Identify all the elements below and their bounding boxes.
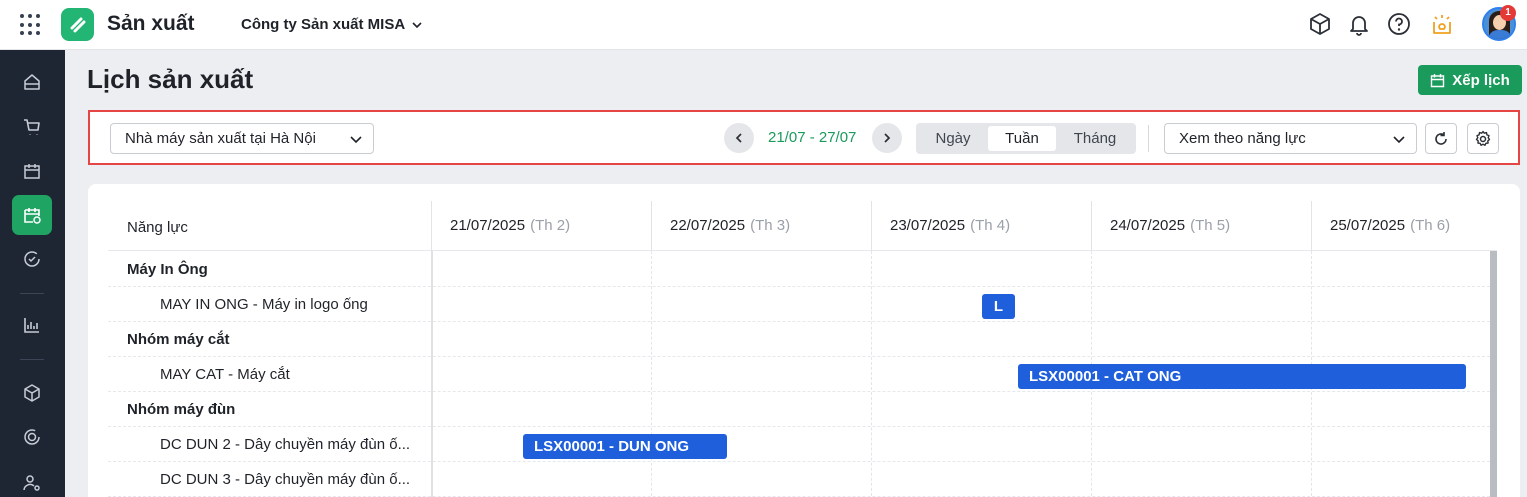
company-selector[interactable]: Công ty Sản xuất MISA	[241, 16, 423, 33]
company-name: Công ty Sản xuất MISA	[241, 16, 406, 33]
user-settings-icon	[23, 475, 40, 491]
capacity-group-row: Nhóm máy đùn	[108, 392, 1490, 427]
top-bar: Sản xuất Công ty Sản xuất MISA 1	[0, 0, 1527, 50]
task-bar[interactable]: LSX00001 - CAT ONG	[1018, 364, 1466, 389]
gear-icon	[1475, 130, 1491, 146]
sidebar-item-calendar[interactable]	[12, 151, 52, 191]
calendar-card: Năng lực 21/07/2025 (Th 2) 22/07/2025 (Th …	[88, 184, 1520, 497]
capacity-column-header: Năng lực	[127, 219, 188, 236]
app-title: Sản xuất	[107, 12, 195, 35]
chevron-left-icon	[735, 133, 742, 143]
notification-badge: 1	[1500, 5, 1516, 21]
package-icon[interactable]	[1308, 12, 1332, 36]
day-header: 21/07/2025 (Th 2)	[431, 201, 651, 251]
idea-icon[interactable]	[1430, 12, 1454, 36]
toolbar-divider	[1148, 125, 1149, 152]
day-header: 23/07/2025 (Th 4)	[871, 201, 1091, 251]
day-divider	[871, 251, 872, 497]
capacity-row: DC DUN 3 - Dây chuyền máy đùn ố...	[108, 462, 1490, 497]
capacity-group-label: Máy In Ông	[127, 261, 208, 278]
day-divider	[651, 251, 652, 497]
help-icon[interactable]	[1387, 12, 1411, 36]
mode-week[interactable]: Tuần	[988, 126, 1056, 151]
chevron-down-icon	[350, 136, 362, 144]
home-icon	[24, 74, 40, 90]
day-header: 22/07/2025 (Th 3)	[651, 201, 871, 251]
chevron-down-icon	[1393, 136, 1405, 144]
settings-button[interactable]	[1467, 123, 1499, 154]
capacity-row: DC DUN 2 - Dây chuyền máy đùn ố...	[108, 427, 1490, 462]
calendar-header: Năng lực 21/07/2025 (Th 2) 22/07/2025 (Th …	[108, 201, 1497, 251]
filter-toolbar: Nhà máy sản xuất tại Hà Nội 21/07 - 27/0…	[88, 110, 1520, 165]
calendar-icon	[1431, 73, 1445, 87]
page-title: Lịch sản xuất	[87, 64, 254, 94]
capacity-group-label: Nhóm máy cắt	[127, 331, 230, 348]
mode-day[interactable]: Ngày	[919, 126, 987, 151]
sidebar-item-cart[interactable]	[12, 107, 52, 147]
capacity-label: MAY CAT - Máy cắt	[160, 366, 290, 383]
sidebar-item-inventory[interactable]	[12, 373, 52, 413]
task-bar[interactable]: LSX00001 - DUN ONG	[523, 434, 727, 459]
sidebar-item-production-schedule[interactable]	[12, 195, 52, 235]
mode-month[interactable]: Tháng	[1058, 126, 1132, 151]
day-header: 24/07/2025 (Th 5)	[1091, 201, 1311, 251]
sidebar-item-user-settings[interactable]	[12, 463, 52, 497]
capacity-group-row: Nhóm máy cắt	[108, 322, 1490, 357]
capacity-label: DC DUN 2 - Dây chuyền máy đùn ố...	[160, 436, 411, 453]
sidebar-item-reports[interactable]	[12, 305, 52, 345]
capacity-calendar: Năng lực 21/07/2025 (Th 2) 22/07/2025 (Th …	[108, 201, 1497, 497]
schedule-button-label: Xếp lịch	[1452, 71, 1510, 89]
bell-icon[interactable]	[1347, 12, 1371, 36]
capacity-label: DC DUN 3 - Dây chuyền máy đùn ố...	[160, 471, 411, 488]
sidebar-item-quality[interactable]	[12, 239, 52, 279]
label-column-divider	[431, 251, 433, 497]
sidebar	[0, 50, 65, 497]
calendar-icon	[24, 164, 40, 179]
date-range: 21/07 - 27/07	[768, 129, 857, 146]
capacity-group-row: Máy In Ông	[108, 252, 1490, 287]
capacity-row: MAY IN ONG - Máy in logo ống	[108, 287, 1490, 322]
sidebar-item-cycle[interactable]	[12, 417, 52, 457]
next-week-button[interactable]	[872, 123, 902, 153]
refresh-button[interactable]	[1425, 123, 1457, 154]
box-icon	[24, 384, 40, 402]
view-by-select-value: Xem theo năng lực	[1179, 130, 1306, 147]
app-logo-icon[interactable]	[61, 8, 94, 41]
chevron-right-icon	[884, 133, 891, 143]
refresh-icon	[1435, 131, 1447, 145]
view-mode-switch: Ngày Tuần Tháng	[916, 123, 1136, 154]
sidebar-item-home[interactable]	[12, 62, 52, 102]
production-schedule-icon	[24, 208, 41, 224]
schedule-button[interactable]: Xếp lịch	[1418, 65, 1522, 95]
chart-icon	[24, 318, 39, 333]
capacity-group-label: Nhóm máy đùn	[127, 401, 236, 418]
cart-icon	[24, 119, 40, 135]
prev-week-button[interactable]	[724, 123, 754, 153]
task-bar[interactable]: L	[982, 294, 1015, 319]
check-circle-icon	[24, 251, 40, 267]
apps-grid-icon[interactable]	[20, 14, 42, 36]
view-by-select[interactable]: Xem theo năng lực	[1164, 123, 1417, 154]
vertical-scrollbar[interactable]	[1490, 251, 1497, 497]
capacity-label: MAY IN ONG - Máy in logo ống	[160, 296, 368, 313]
factory-select-value: Nhà máy sản xuất tại Hà Nội	[125, 130, 316, 147]
day-header: 25/07/2025 (Th 6)	[1311, 201, 1497, 251]
chevron-down-icon	[412, 21, 422, 28]
cycle-icon	[24, 429, 40, 445]
factory-select[interactable]: Nhà máy sản xuất tại Hà Nội	[110, 123, 374, 154]
